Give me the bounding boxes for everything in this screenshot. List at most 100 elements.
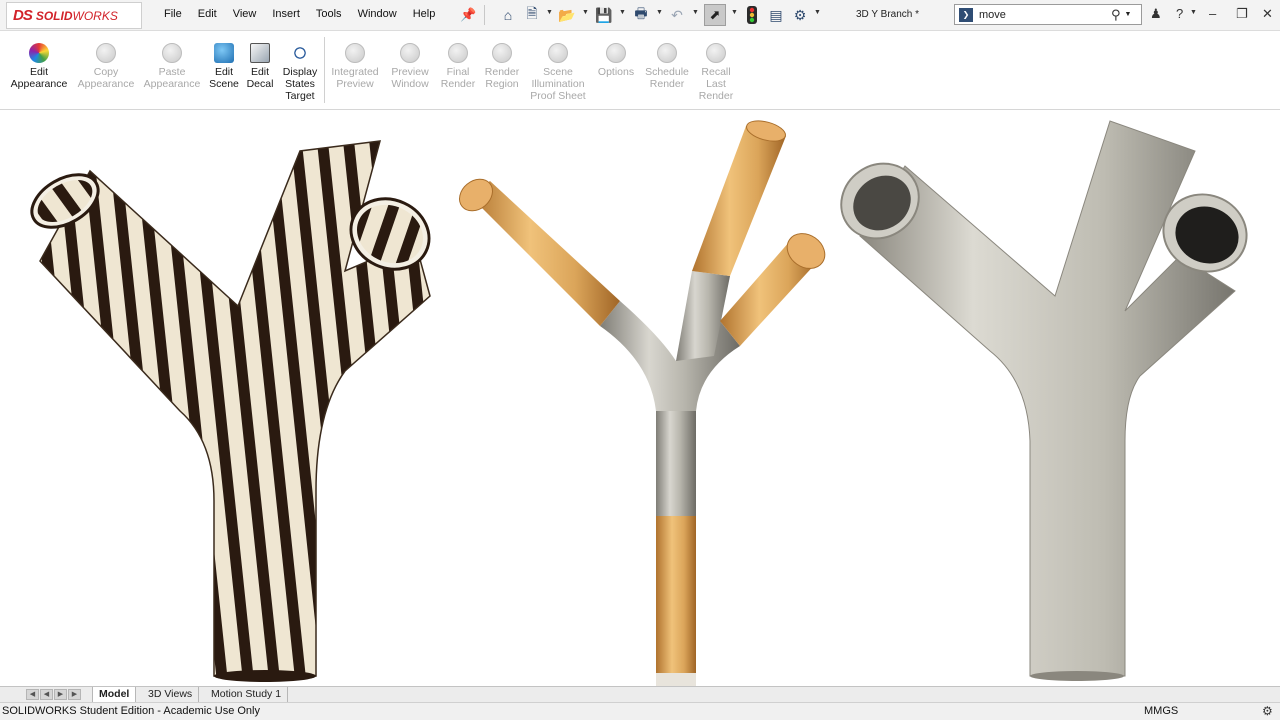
cmd-label-line: Options [597, 66, 635, 78]
tab-scroll-buttons: ◀ ◀ ▶ ▶ [26, 689, 81, 700]
undo-icon[interactable]: ↶ [667, 5, 687, 25]
edit-scene-button[interactable]: Edit Scene [208, 43, 240, 90]
close-icon[interactable]: ✕ [1262, 6, 1273, 22]
display-states-target-icon [290, 43, 310, 63]
cmd-label-line: Scene [543, 66, 573, 78]
preview-window-button[interactable]: Preview Window [388, 43, 432, 90]
units-selector[interactable]: MMGS [1144, 705, 1178, 717]
menu-tools[interactable]: Tools [316, 8, 342, 20]
print-icon[interactable]: 🖶 [631, 5, 651, 25]
final-render-icon [448, 43, 468, 63]
home-icon[interactable]: ⌂ [498, 5, 518, 25]
options-button[interactable]: Options [594, 43, 638, 78]
menu-view[interactable]: View [233, 8, 257, 20]
search-commands-box[interactable]: ❯ ⚲ ▼ [954, 4, 1142, 25]
options-dropdown-icon[interactable]: ▼ [814, 9, 821, 16]
pin-icon[interactable]: 📌 [460, 7, 476, 23]
cmd-label-line: Render [649, 78, 685, 90]
tab-motion-study-1[interactable]: Motion Study 1 [205, 687, 289, 702]
document-title: 3D Y Branch * [856, 9, 920, 20]
copy-appearance-button[interactable]: Copy Appearance [76, 43, 136, 90]
tab-next-icon[interactable]: ▶ [54, 689, 67, 700]
edit-decal-button[interactable]: Edit Decal [244, 43, 276, 90]
cmd-label-line: Integrated [331, 66, 379, 78]
menu-edit[interactable]: Edit [198, 8, 217, 20]
menu-insert[interactable]: Insert [272, 8, 300, 20]
save-icon[interactable]: 💾 [594, 5, 614, 25]
tab-prev-icon[interactable]: ◀ [40, 689, 53, 700]
display-states-target-button[interactable]: Display States Target [280, 43, 320, 102]
search-dropdown-icon[interactable]: ▼ [1125, 11, 1132, 18]
cmd-label-line: Preview [391, 66, 429, 78]
save-dropdown-icon[interactable]: ▼ [619, 9, 626, 16]
cmd-label-line: Edit [214, 66, 234, 78]
cmd-label-line: Copy [93, 66, 119, 78]
options-gear-icon[interactable]: ⚙ [790, 5, 810, 25]
menu-window[interactable]: Window [358, 8, 397, 20]
cmd-label-line: Appearance [77, 78, 135, 90]
solidworks-logo[interactable]: DS SOLID WORKS [6, 2, 142, 29]
menu-file[interactable]: File [164, 8, 182, 20]
select-dropdown-icon[interactable]: ▼ [731, 9, 738, 16]
cmd-label-line: Target [285, 90, 315, 102]
select-icon[interactable]: ⬈ [704, 4, 726, 26]
tab-3d-views[interactable]: 3D Views [142, 687, 200, 702]
logo-solid: SOLID [35, 8, 73, 23]
search-input[interactable] [979, 8, 1109, 21]
brushed-metal-model[interactable] [827, 120, 1258, 681]
new-dropdown-icon[interactable]: ▼ [546, 9, 553, 16]
menu-help[interactable]: Help [413, 8, 436, 20]
schedule-render-button[interactable]: Schedule Render [642, 43, 692, 90]
edit-scene-icon [214, 43, 234, 63]
final-render-button[interactable]: Final Render [438, 43, 478, 90]
recall-last-render-icon [706, 43, 726, 63]
menu-bar: File Edit View Insert Tools Window Help [164, 8, 451, 20]
recall-last-render-button[interactable]: Recall Last Render [696, 43, 736, 102]
tab-last-icon[interactable]: ▶ [68, 689, 81, 700]
cmd-label-line: Render [484, 66, 520, 78]
user-icon[interactable]: ♟ [1150, 6, 1162, 22]
cmd-label-line: Last [706, 78, 726, 90]
cmd-label-line: Window [391, 78, 429, 90]
open-icon[interactable]: 📂 [557, 5, 577, 25]
graphics-area[interactable] [0, 111, 1280, 687]
undo-dropdown-icon[interactable]: ▼ [692, 9, 699, 16]
help-icon[interactable]: ? [1176, 6, 1183, 21]
model-canvas[interactable] [0, 111, 1280, 687]
integrated-preview-icon [345, 43, 365, 63]
tab-first-icon[interactable]: ◀ [26, 689, 39, 700]
cmd-label-line: Scene [209, 78, 239, 90]
preview-window-icon [400, 43, 420, 63]
edition-status: SOLIDWORKS Student Edition - Academic Us… [2, 705, 260, 717]
restore-icon[interactable]: ❐ [1236, 6, 1248, 22]
edit-decal-icon [250, 43, 270, 63]
paste-appearance-button[interactable]: Paste Appearance [142, 43, 202, 90]
cmd-label-line: Render [440, 78, 476, 90]
cmd-label-line: Proof Sheet [530, 90, 586, 102]
scene-illumination-proof-sheet-button[interactable]: Scene Illumination Proof Sheet [526, 43, 590, 102]
help-dropdown-icon[interactable]: ▼ [1190, 9, 1197, 16]
wood-and-metal-model[interactable] [453, 117, 831, 687]
status-bar: SOLIDWORKS Student Edition - Academic Us… [0, 702, 1280, 720]
minimize-icon[interactable]: – [1209, 6, 1216, 21]
zebra-stripes-model[interactable] [23, 140, 441, 682]
integrated-preview-button[interactable]: Integrated Preview [328, 43, 382, 90]
print-dropdown-icon[interactable]: ▼ [656, 9, 663, 16]
search-icon[interactable]: ⚲ [1111, 7, 1121, 23]
edit-appearance-button[interactable]: Edit Appearance [8, 43, 70, 90]
cmd-label-line: States [285, 78, 315, 90]
command-manager: Edit Appearance Copy Appearance Paste Ap… [0, 31, 1280, 110]
edit-appearance-icon [29, 43, 49, 63]
logo-ds: DS [13, 7, 33, 24]
cmd-label-line: Preview [336, 78, 374, 90]
tab-model[interactable]: Model [92, 687, 137, 702]
new-document-icon[interactable]: 🗎 [522, 5, 542, 25]
cmd-label-line: Recall [701, 66, 731, 78]
file-properties-icon[interactable]: ▤ [766, 5, 786, 25]
render-region-button[interactable]: Render Region [482, 43, 522, 90]
customize-status-icon[interactable]: ⚙ [1262, 704, 1273, 718]
cmd-label-line: Edit [250, 66, 270, 78]
open-dropdown-icon[interactable]: ▼ [582, 9, 589, 16]
command-search-icon[interactable]: ❯ [959, 7, 973, 22]
traffic-light-icon[interactable] [742, 5, 762, 25]
